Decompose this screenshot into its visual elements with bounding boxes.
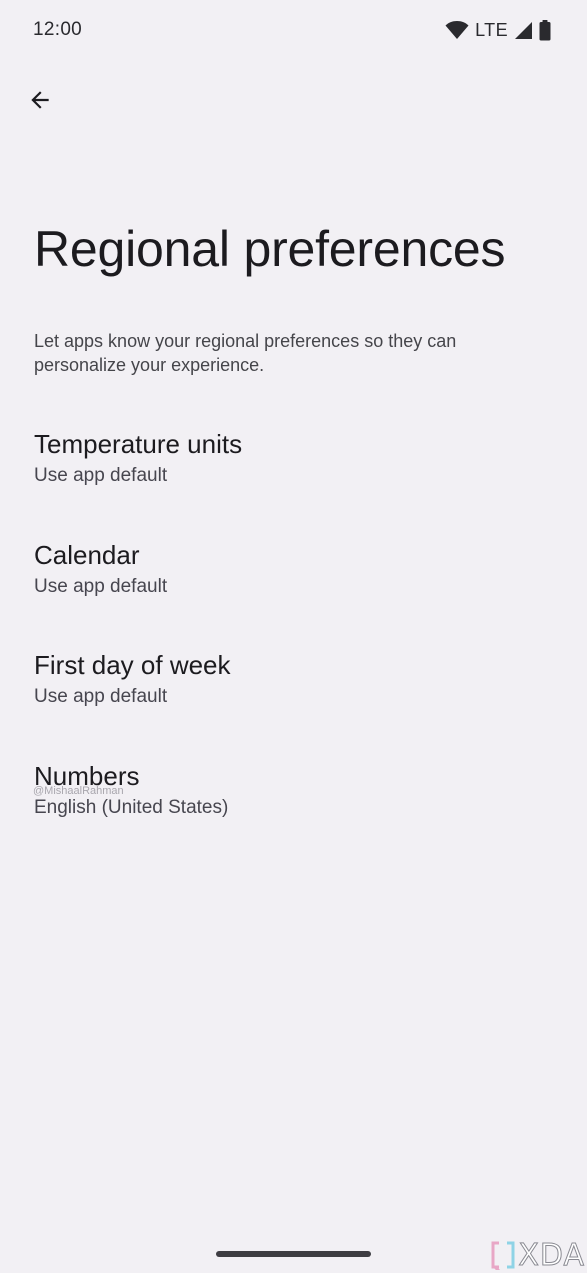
pref-summary: Use app default: [34, 465, 168, 486]
pref-item-first-day-of-week[interactable]: First day of week Use app default: [0, 642, 587, 738]
back-button[interactable]: [18, 78, 62, 122]
pref-summary: English (United States): [34, 797, 229, 818]
status-bar: 12:00 LTE: [0, 0, 587, 60]
gesture-nav-handle[interactable]: [216, 1251, 371, 1257]
xda-logo-text: XDA: [518, 1237, 585, 1273]
signal-icon: [515, 21, 532, 39]
watermark-handle: @MishaalRahman: [33, 785, 124, 797]
pref-summary: Use app default: [34, 576, 168, 597]
xda-logo: XDA: [490, 1237, 585, 1273]
pref-item-calendar[interactable]: Calendar Use app default: [0, 532, 587, 628]
network-type-label: LTE: [475, 19, 508, 40]
pref-title: Calendar: [34, 540, 140, 570]
battery-icon: [539, 19, 551, 40]
page-description: Let apps know your regional preferences …: [34, 331, 457, 375]
wifi-icon: [445, 21, 469, 39]
status-icons: LTE: [445, 17, 551, 43]
pref-summary: Use app default: [34, 686, 168, 707]
arrow-back-icon: [31, 91, 49, 109]
pref-item-numbers[interactable]: Numbers English (United States): [0, 753, 587, 849]
status-time: 12:00: [33, 19, 83, 40]
pref-item-temperature-units[interactable]: Temperature units Use app default: [0, 421, 587, 517]
pref-title: First day of week: [34, 650, 231, 680]
pref-title: Temperature units: [34, 429, 243, 459]
page-title: Regional preferences: [34, 221, 506, 277]
xda-bracket-icon: [491, 1241, 515, 1270]
